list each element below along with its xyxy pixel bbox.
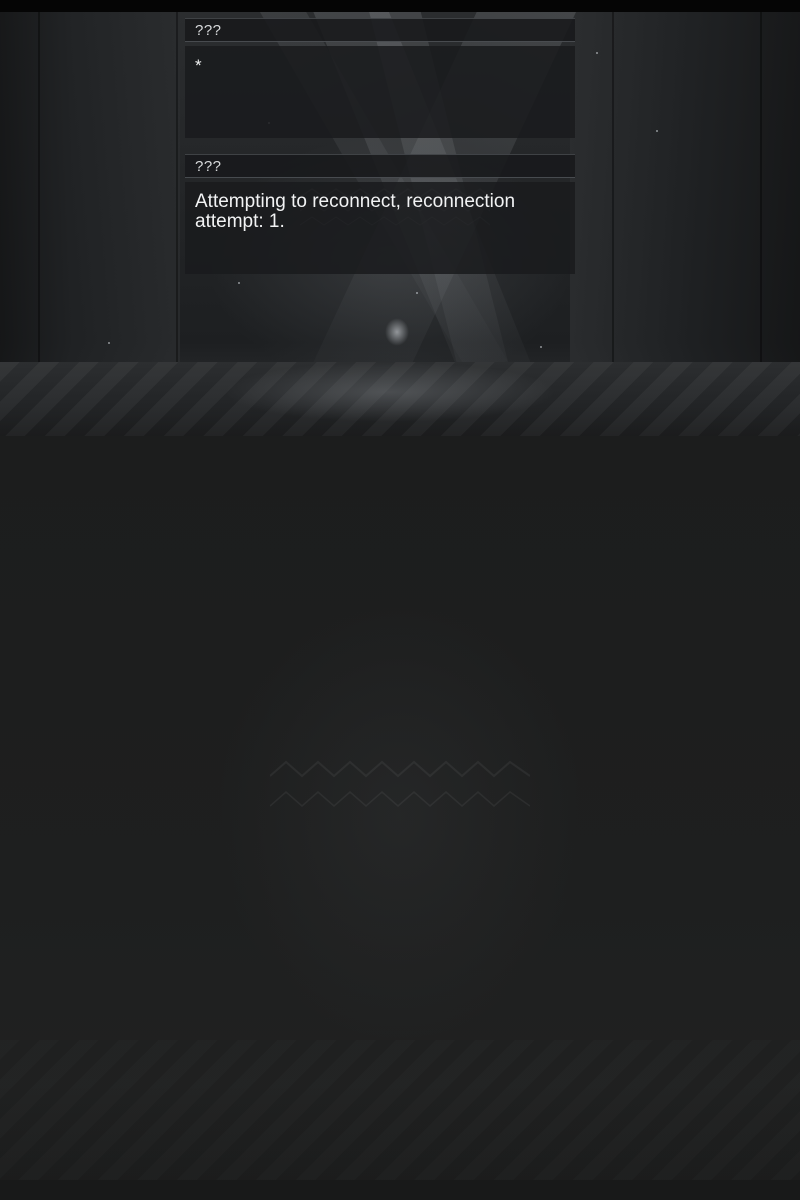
curtain-fold: [176, 12, 178, 362]
message-box[interactable]: *: [185, 46, 575, 138]
zigzag-ornament-faded: [270, 760, 530, 807]
speaker-name-bar: ???: [185, 18, 575, 42]
left-curtain: [0, 12, 180, 362]
dust-particle: [108, 342, 110, 344]
dust-particle: [596, 52, 598, 54]
lower-floor-pattern: [0, 1040, 800, 1180]
curtain-fold: [760, 12, 762, 362]
curtain-fold: [612, 12, 614, 362]
curtain-fold: [38, 12, 40, 362]
speaker-name-bar: ???: [185, 154, 575, 178]
lower-screen-background: [0, 436, 800, 1200]
dialog-box-1[interactable]: ??? *: [185, 18, 575, 138]
dust-particle: [656, 130, 658, 132]
glowing-creature-icon: [384, 317, 410, 347]
message-box[interactable]: Attempting to reconnect, reconnection at…: [185, 182, 575, 274]
speaker-name: ???: [195, 22, 222, 39]
dust-particle: [416, 292, 418, 294]
speaker-name: ???: [195, 158, 222, 175]
message-text: *: [195, 56, 202, 75]
top-border: [0, 0, 800, 12]
reconnect-message-text: Attempting to reconnect, reconnection at…: [195, 191, 521, 232]
dust-particle: [238, 282, 240, 284]
dialog-box-2[interactable]: ??? Attempting to reconnect, reconnectio…: [185, 154, 575, 274]
dust-particle: [540, 346, 542, 348]
game-screen: ??? * ??? Attempting to reconnect, recon…: [0, 0, 800, 1200]
bottom-border: [0, 1180, 800, 1200]
checkered-floor: [0, 362, 800, 436]
right-curtain: [570, 12, 800, 362]
